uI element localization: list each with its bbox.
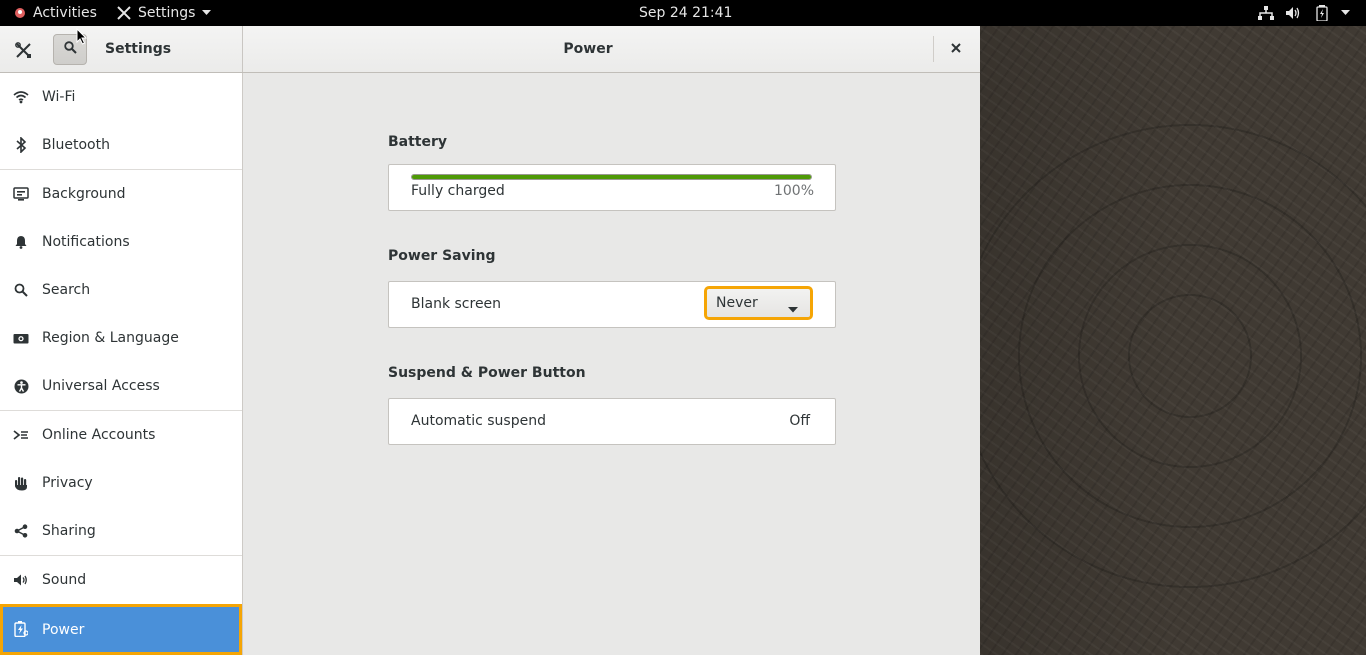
chevron-down-icon	[202, 10, 212, 16]
sidebar-title: Settings	[105, 41, 172, 57]
sidebar-item-sound[interactable]: Sound	[0, 556, 242, 604]
battery-percent: 100%	[773, 183, 814, 199]
share-icon	[13, 523, 29, 539]
sidebar-item-label: Wi-Fi	[42, 89, 76, 105]
hand-icon	[13, 475, 29, 491]
sidebar-item-online-accounts[interactable]: Online Accounts	[0, 411, 242, 459]
search-icon	[63, 41, 77, 58]
sidebar-item-power[interactable]: Power	[0, 604, 242, 655]
sidebar-item-search[interactable]: Search	[0, 266, 242, 314]
blank-screen-dropdown[interactable]: Never	[704, 286, 813, 320]
bell-icon	[13, 234, 29, 250]
sidebar-item-bluetooth[interactable]: Bluetooth	[0, 121, 242, 169]
blank-screen-label: Blank screen	[411, 296, 502, 312]
sidebar-item-label: Bluetooth	[42, 137, 110, 153]
battery-panel: Fully charged 100%	[388, 164, 836, 211]
sidebar-item-region-language[interactable]: Region & Language	[0, 314, 242, 362]
bluetooth-icon	[13, 137, 29, 153]
power-saving-panel: Blank screen Never	[388, 281, 836, 328]
sidebar-item-notifications[interactable]: Notifications	[0, 218, 242, 266]
sidebar-item-label: Privacy	[42, 475, 93, 491]
sidebar-item-label: Background	[42, 186, 126, 202]
panel-title: Power	[563, 41, 613, 57]
sidebar-item-label: Search	[42, 282, 91, 298]
sidebar-item-label: Power	[42, 621, 85, 638]
activities-icon	[14, 0, 26, 26]
power-saving-section-title: Power Saving	[388, 248, 496, 264]
chevron-down-icon	[788, 301, 798, 317]
close-icon	[951, 41, 961, 57]
accessibility-icon	[13, 378, 29, 394]
top-bar: Activities Settings Sep 24 21:41	[0, 0, 1366, 26]
clock[interactable]: Sep 24 21:41	[639, 0, 732, 26]
power-icon	[13, 621, 29, 637]
activities-button[interactable]: Activities	[33, 0, 97, 26]
automatic-suspend-label[interactable]: Automatic suspend	[411, 413, 546, 429]
sidebar-item-wifi[interactable]: Wi-Fi	[0, 73, 242, 121]
battery-section-title: Battery	[388, 134, 448, 150]
suspend-panel: Automatic suspend Off	[388, 398, 836, 445]
tools-icon	[116, 5, 132, 21]
sidebar-item-label: Region & Language	[42, 330, 179, 346]
sidebar-item-label: Online Accounts	[42, 427, 156, 443]
settings-tools-icon[interactable]	[9, 36, 37, 64]
sidebar: Wi-Fi Bluetooth Background Notifications	[0, 73, 243, 655]
desktop-background	[980, 26, 1366, 655]
volume-icon[interactable]	[1285, 0, 1301, 26]
app-menu-label: Settings	[138, 5, 196, 21]
close-button[interactable]	[942, 35, 970, 63]
sidebar-item-label: Notifications	[42, 234, 130, 250]
online-accounts-icon	[13, 427, 29, 443]
battery-level-bar	[411, 174, 812, 180]
system-menu-chevron-icon[interactable]	[1341, 0, 1350, 26]
sidebar-item-label: Sharing	[42, 523, 96, 539]
search-icon	[13, 282, 29, 298]
sidebar-item-universal-access[interactable]: Universal Access	[0, 362, 242, 410]
settings-app-menu[interactable]: Settings	[116, 0, 212, 26]
battery-icon[interactable]	[1316, 0, 1328, 26]
speaker-icon	[13, 572, 29, 588]
wifi-icon	[13, 89, 29, 105]
automatic-suspend-value[interactable]: Off	[789, 413, 810, 429]
mouse-cursor-icon	[76, 27, 88, 49]
sidebar-item-background[interactable]: Background	[0, 170, 242, 218]
network-icon[interactable]	[1258, 0, 1274, 26]
sidebar-item-privacy[interactable]: Privacy	[0, 459, 242, 507]
close-divider	[933, 36, 934, 62]
camera-icon	[13, 330, 29, 346]
sidebar-item-label: Universal Access	[42, 378, 160, 394]
suspend-section-title: Suspend & Power Button	[388, 365, 586, 381]
header-bar: Settings Power	[0, 26, 980, 73]
sidebar-item-sharing[interactable]: Sharing	[0, 507, 242, 555]
battery-level-fill	[412, 175, 811, 179]
background-icon	[13, 186, 29, 202]
blank-screen-value: Never	[716, 295, 758, 311]
battery-status: Fully charged	[411, 183, 505, 199]
settings-window: Settings Power Wi-Fi Bluetooth Backgroun…	[0, 26, 980, 655]
desktop-shade	[980, 26, 1180, 655]
power-panel: Battery Fully charged 100% Power Saving …	[243, 73, 980, 655]
sidebar-item-label: Sound	[42, 572, 87, 588]
